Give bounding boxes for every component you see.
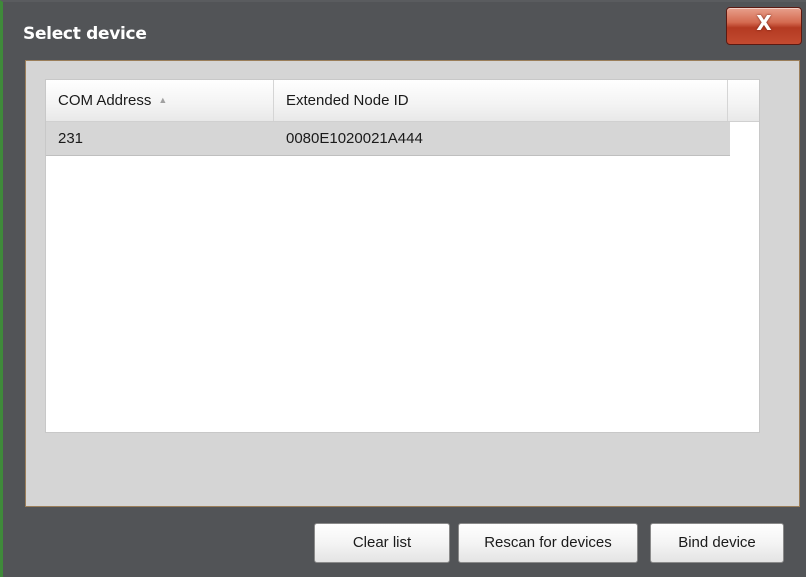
- column-header-extended-node-id[interactable]: Extended Node ID: [274, 80, 728, 121]
- column-header-label: COM Address: [58, 92, 152, 109]
- clear-list-button[interactable]: Clear list: [314, 523, 450, 563]
- bind-device-button[interactable]: Bind device: [650, 523, 784, 563]
- close-button[interactable]: X: [726, 7, 802, 45]
- sort-ascending-icon: ▲: [158, 95, 168, 105]
- close-icon: X: [756, 11, 772, 35]
- title-bar[interactable]: Select device X: [6, 4, 806, 58]
- column-header-label: Extended Node ID: [286, 92, 409, 109]
- dialog-title: Select device: [23, 24, 147, 44]
- column-header-com-address[interactable]: COM Address ▲: [46, 80, 274, 121]
- device-list[interactable]: COM Address ▲ Extended Node ID 231 0080E1…: [45, 79, 760, 433]
- list-header: COM Address ▲ Extended Node ID: [46, 80, 759, 122]
- rescan-for-devices-button[interactable]: Rescan for devices: [458, 523, 638, 563]
- cell-extended-node-id: 0080E1020021A444: [286, 130, 423, 147]
- table-row[interactable]: 231 0080E1020021A444: [46, 122, 730, 156]
- content-panel: COM Address ▲ Extended Node ID 231 0080E1…: [25, 60, 800, 507]
- cell-com-address: 231: [58, 130, 84, 147]
- select-device-dialog: Select device X COM Address ▲ Extended No…: [0, 0, 806, 577]
- column-header-filler: [728, 80, 759, 121]
